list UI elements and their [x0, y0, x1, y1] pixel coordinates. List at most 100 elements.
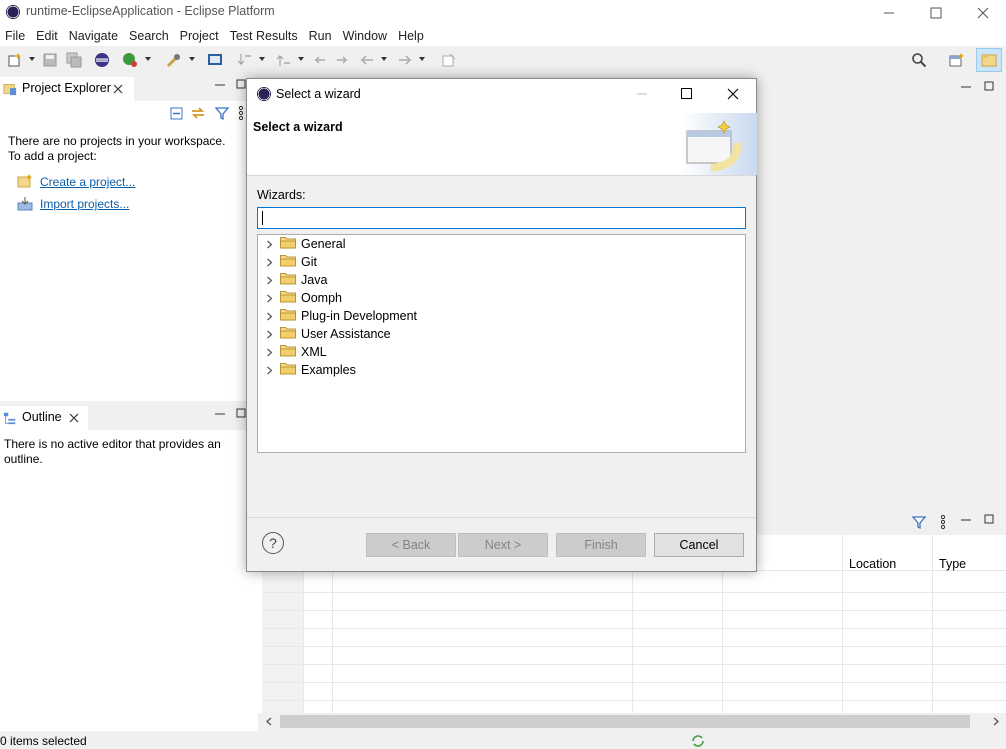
wizard-category-java[interactable]: Java	[262, 271, 327, 289]
minimize-view-icon[interactable]	[960, 82, 972, 90]
open-console-button[interactable]	[206, 51, 224, 69]
last-edit-icon	[314, 56, 325, 64]
progress-sync-icon[interactable]	[690, 734, 706, 748]
next-button[interactable]: Next >	[458, 533, 548, 557]
forward-button[interactable]	[396, 51, 414, 69]
debug-perspective-button[interactable]	[93, 51, 111, 69]
help-icon[interactable]: ?	[262, 532, 284, 554]
create-project-link[interactable]: Create a project...	[40, 175, 135, 189]
column-header-type[interactable]: Type	[939, 557, 966, 571]
wizard-tree[interactable]: General Git Java Oomph Plug-in Development Us…	[257, 234, 746, 453]
horizontal-scrollbar[interactable]	[262, 713, 1006, 730]
maximize-button[interactable]	[913, 0, 959, 26]
folder-icon	[280, 308, 296, 324]
close-tab-icon[interactable]	[113, 84, 123, 94]
menu-bar: File Edit Navigate Search Project Test R…	[0, 26, 1006, 46]
expand-chevron-icon[interactable]	[262, 312, 276, 321]
menu-window[interactable]: Window	[342, 29, 394, 43]
menu-file[interactable]: File	[4, 29, 32, 43]
collapse-all-icon[interactable]	[168, 105, 184, 121]
expand-chevron-icon[interactable]	[262, 240, 276, 249]
dialog-maximize-button[interactable]	[671, 79, 701, 109]
back-button[interactable]	[358, 51, 376, 69]
wizard-category-examples[interactable]: Examples	[262, 361, 356, 379]
previous-annotation-button[interactable]	[275, 51, 293, 69]
wizard-category-label: Git	[301, 255, 317, 269]
view-menu-icon[interactable]	[237, 105, 245, 121]
back-button[interactable]: < Back	[366, 533, 456, 557]
forward-edit-button[interactable]	[333, 51, 351, 69]
project-explorer-tab-strip	[134, 77, 258, 101]
wizard-category-oomph[interactable]: Oomph	[262, 289, 342, 307]
project-explorer-icon	[3, 84, 17, 96]
next-annotation-button[interactable]	[236, 51, 254, 69]
close-button[interactable]	[960, 0, 1006, 26]
previous-annotation-caret[interactable]	[298, 57, 304, 61]
wizard-category-general[interactable]: General	[262, 235, 345, 253]
outline-tab[interactable]: Outline	[0, 406, 88, 430]
next-annotation-icon	[237, 54, 251, 66]
new-button[interactable]	[6, 51, 24, 69]
open-perspective-button[interactable]	[948, 51, 966, 69]
link-with-editor-icon[interactable]	[190, 105, 206, 121]
back-dropdown-caret[interactable]	[381, 57, 387, 61]
maximize-view-icon[interactable]	[984, 514, 994, 524]
menu-navigate[interactable]: Navigate	[68, 29, 125, 43]
view-menu-icon[interactable]	[939, 514, 947, 530]
wizard-category-user-assistance[interactable]: User Assistance	[262, 325, 391, 343]
save-button[interactable]	[41, 51, 59, 69]
wizard-filter-input[interactable]	[257, 207, 746, 229]
filter-icon[interactable]	[911, 514, 927, 530]
external-tools-button[interactable]	[165, 51, 183, 69]
menu-help[interactable]: Help	[397, 29, 431, 43]
maximize-view-icon[interactable]	[236, 408, 246, 418]
add-project-message: To add a project:	[8, 149, 97, 163]
column-header-location[interactable]: Location	[849, 557, 896, 571]
filter-icon[interactable]	[214, 105, 230, 121]
minimize-view-icon[interactable]	[214, 409, 226, 417]
expand-chevron-icon[interactable]	[262, 258, 276, 267]
forward-dropdown-caret[interactable]	[419, 57, 425, 61]
expand-chevron-icon[interactable]	[262, 348, 276, 357]
run-dropdown-caret[interactable]	[145, 57, 151, 61]
expand-chevron-icon[interactable]	[262, 330, 276, 339]
last-edit-location-button[interactable]	[311, 51, 329, 69]
wizard-category-xml[interactable]: XML	[262, 343, 327, 361]
global-search-button[interactable]	[910, 51, 928, 69]
import-projects-icon	[17, 197, 33, 211]
menu-edit[interactable]: Edit	[35, 29, 65, 43]
minimize-view-icon[interactable]	[960, 515, 972, 523]
forward-edit-icon	[337, 56, 348, 64]
scrollbar-thumb[interactable]	[280, 715, 970, 728]
new-dropdown-caret[interactable]	[29, 57, 35, 61]
pin-editor-button[interactable]	[440, 51, 458, 69]
project-explorer-tab[interactable]: Project Explorer	[0, 77, 134, 101]
finish-button[interactable]: Finish	[556, 533, 646, 557]
minimize-button[interactable]	[866, 0, 912, 26]
import-projects-link[interactable]: Import projects...	[40, 197, 129, 211]
minimize-view-icon[interactable]	[214, 80, 226, 88]
wizard-category-plug-in-development[interactable]: Plug-in Development	[262, 307, 417, 325]
next-annotation-caret[interactable]	[259, 57, 265, 61]
expand-chevron-icon[interactable]	[262, 276, 276, 285]
menu-project[interactable]: Project	[179, 29, 226, 43]
expand-chevron-icon[interactable]	[262, 294, 276, 303]
maximize-view-icon[interactable]	[984, 81, 994, 91]
menu-search[interactable]: Search	[128, 29, 176, 43]
cancel-button[interactable]: Cancel	[654, 533, 744, 557]
menu-test-results[interactable]: Test Results	[229, 29, 305, 43]
save-all-button[interactable]	[65, 51, 83, 69]
maximize-view-icon[interactable]	[236, 79, 246, 89]
tools-dropdown-caret[interactable]	[189, 57, 195, 61]
outline-icon	[3, 412, 16, 425]
resource-perspective-button[interactable]	[976, 48, 1002, 72]
expand-chevron-icon[interactable]	[262, 366, 276, 375]
scroll-left-icon[interactable]	[265, 717, 273, 726]
wizard-category-git[interactable]: Git	[262, 253, 317, 271]
scroll-right-icon[interactable]	[992, 717, 1000, 726]
status-text: 0 items selected	[0, 734, 87, 748]
close-tab-icon[interactable]	[69, 413, 79, 423]
dialog-close-button[interactable]	[717, 79, 749, 109]
run-button[interactable]	[121, 51, 139, 69]
menu-run[interactable]: Run	[308, 29, 339, 43]
